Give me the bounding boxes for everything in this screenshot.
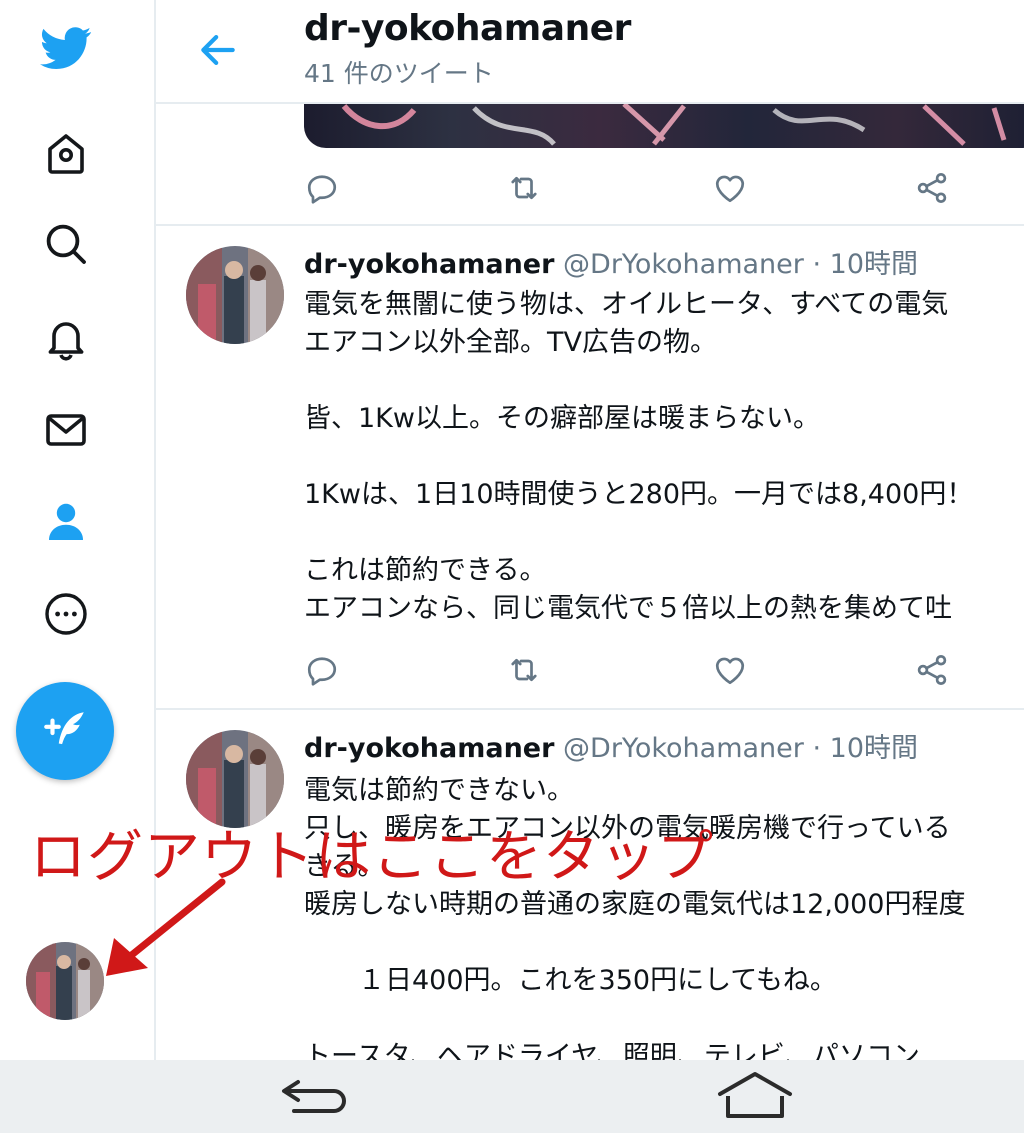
tweet-count: 41 件のツイート	[304, 59, 494, 88]
share-icon[interactable]	[910, 166, 954, 210]
account-avatar-button[interactable]	[26, 942, 104, 1020]
android-navigation-bar	[0, 1060, 1024, 1133]
tweet-author-name[interactable]: dr-yokohamaner	[304, 733, 554, 764]
tweet-line	[304, 514, 1024, 552]
twitter-bird-icon[interactable]	[40, 22, 92, 74]
reply-icon[interactable]	[300, 648, 344, 692]
annotation-arrow-icon	[106, 878, 226, 976]
search-icon[interactable]	[40, 218, 92, 270]
reply-icon[interactable]	[300, 166, 344, 210]
like-icon[interactable]	[708, 166, 752, 210]
tweet-avatar[interactable]	[186, 246, 284, 344]
avatar	[186, 246, 284, 344]
profile-icon[interactable]	[40, 496, 92, 548]
tweet-line	[304, 438, 1024, 476]
tweet-header: dr-yokohamaner @DrYokohamaner · 10時間	[304, 248, 918, 282]
tweet-line: 皆、1Kw以上。その癖部屋は暖まらない。	[304, 403, 820, 434]
home-icon[interactable]	[40, 128, 92, 180]
media-image	[341, 102, 1007, 146]
tweet-media-image[interactable]	[304, 100, 1024, 148]
timeline-column: dr-yokohamaner 41 件のツイート dr-yokohamaner …	[156, 0, 1024, 1060]
profile-header: dr-yokohamaner 41 件のツイート	[156, 0, 1024, 104]
compose-tweet-icon	[44, 712, 84, 745]
page-title: dr-yokohamaner	[304, 8, 631, 49]
android-home-icon[interactable]	[714, 1070, 796, 1124]
tweet-line: エアコン以外全部。TV広告の物。	[304, 327, 717, 358]
tweet-line	[304, 1000, 1024, 1038]
tweet-line	[304, 924, 1024, 962]
tweet-timestamp[interactable]: 10時間	[830, 249, 918, 280]
tweet-line: これは節約できる。	[304, 555, 547, 586]
back-arrow-icon[interactable]	[196, 28, 240, 72]
tweet-line: トースタ、ヘアドライヤ、照明、テレビ、パソコン	[304, 1041, 920, 1060]
mail-icon[interactable]	[40, 404, 92, 456]
compose-tweet-button[interactable]	[16, 682, 114, 780]
tweet-actions	[304, 648, 1004, 696]
tweet-line: １日400円。これを350円にしてもね。	[304, 965, 837, 996]
retweet-icon[interactable]	[502, 648, 546, 692]
separator-dot: ·	[812, 249, 822, 280]
divider	[156, 708, 1024, 710]
like-icon[interactable]	[708, 648, 752, 692]
android-back-icon[interactable]	[276, 1074, 352, 1120]
retweet-icon[interactable]	[502, 166, 546, 210]
tweet-timestamp[interactable]: 10時間	[830, 733, 918, 764]
tweet-actions	[304, 166, 1004, 214]
tweet-header: dr-yokohamaner @DrYokohamaner · 10時間	[304, 732, 918, 766]
avatar	[26, 942, 104, 1020]
tweet-line: エアコンなら、同じ電気代で５倍以上の熱を集めて吐	[304, 593, 952, 624]
tweet-line	[304, 362, 1024, 400]
tweet-author-handle[interactable]: @DrYokohamaner	[563, 733, 804, 764]
tweet-author-name[interactable]: dr-yokohamaner	[304, 249, 554, 280]
divider	[156, 224, 1024, 226]
tweet-line: 1Kwは、1日10時間使うと280円。一月では8,400円！	[304, 479, 974, 510]
tweet-text: 電気を無闇に使う物は、オイルヒータ、すべての電気 エアコン以外全部。TV広告の物…	[304, 286, 1024, 628]
more-icon[interactable]	[40, 588, 92, 640]
share-icon[interactable]	[910, 648, 954, 692]
bell-icon[interactable]	[40, 312, 92, 364]
tweet-author-handle[interactable]: @DrYokohamaner	[563, 249, 804, 280]
separator-dot: ·	[812, 733, 822, 764]
tweet-line: 電気を無闇に使う物は、オイルヒータ、すべての電気	[304, 289, 949, 320]
tweet-line: 電気は節約できない。	[304, 775, 574, 806]
